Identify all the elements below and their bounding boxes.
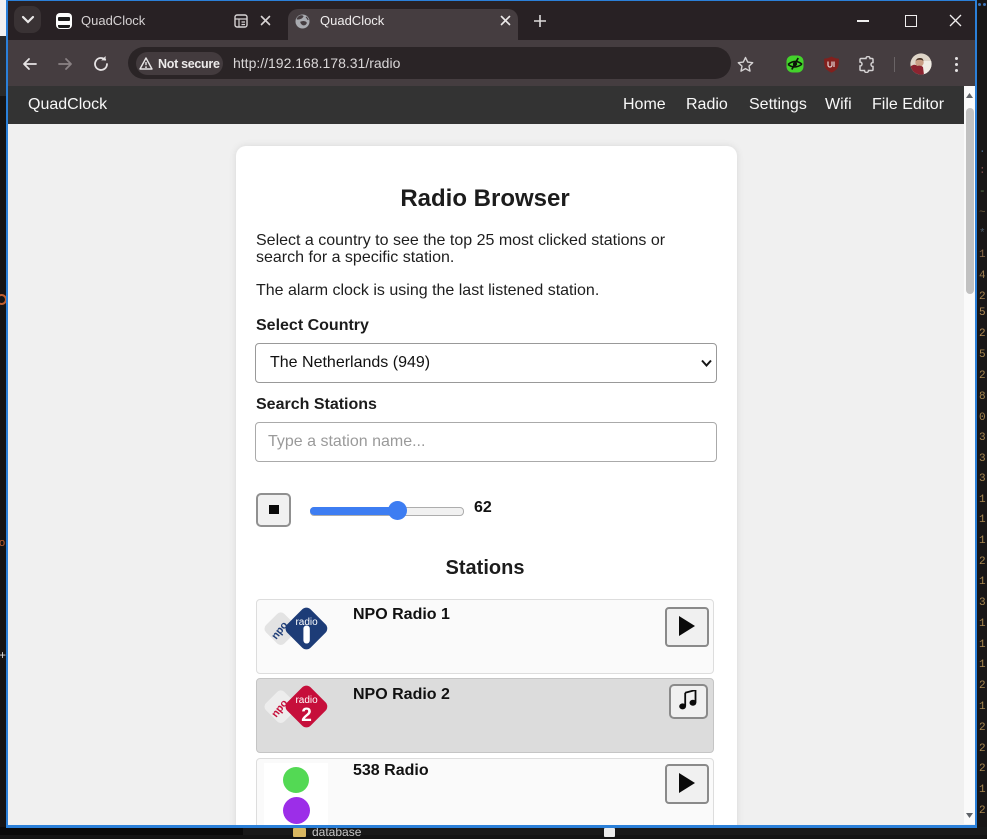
svg-text:2: 2 [301, 705, 312, 726]
